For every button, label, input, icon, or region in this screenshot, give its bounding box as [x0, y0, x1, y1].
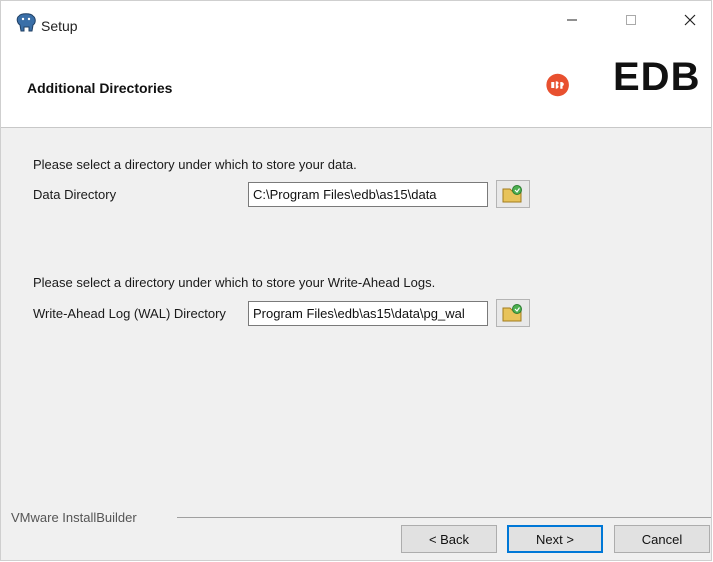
wal-dir-label: Write-Ahead Log (WAL) Directory	[33, 306, 226, 321]
wal-dir-browse-button[interactable]	[496, 299, 530, 327]
maximize-icon	[626, 15, 636, 25]
maximize-button[interactable]	[608, 1, 654, 39]
footer-divider	[177, 517, 711, 518]
next-button[interactable]: Next >	[507, 525, 603, 553]
setup-window: Setup Additional Directories EDB Please …	[0, 0, 712, 561]
installbuilder-brand: VMware InstallBuilder	[11, 510, 137, 525]
title-bar[interactable]: Setup	[1, 1, 711, 39]
minimize-icon	[567, 19, 577, 21]
data-dir-input[interactable]: C:\Program Files\edb\as15\data	[248, 182, 488, 207]
back-button[interactable]: < Back	[401, 525, 497, 553]
elephant-icon	[16, 13, 36, 32]
window-title: Setup	[41, 18, 78, 34]
logo-text: EDB	[613, 55, 701, 99]
data-dir-browse-button[interactable]	[496, 180, 530, 208]
minimize-button[interactable]	[549, 1, 595, 39]
close-icon	[684, 14, 696, 26]
data-dir-prompt: Please select a directory under which to…	[33, 157, 357, 172]
folder-browse-icon	[502, 185, 522, 203]
data-dir-label: Data Directory	[33, 187, 117, 202]
close-button[interactable]	[667, 1, 713, 39]
page-title: Additional Directories	[27, 80, 173, 96]
wal-dir-input[interactable]: Program Files\edb\as15\data\pg_wal	[248, 301, 488, 326]
wizard-header: Additional Directories EDB	[1, 39, 711, 128]
folder-browse-icon	[502, 304, 522, 322]
edb-logo-icon	[546, 73, 569, 97]
wal-dir-prompt: Please select a directory under which to…	[33, 275, 436, 290]
cancel-button[interactable]: Cancel	[614, 525, 710, 553]
